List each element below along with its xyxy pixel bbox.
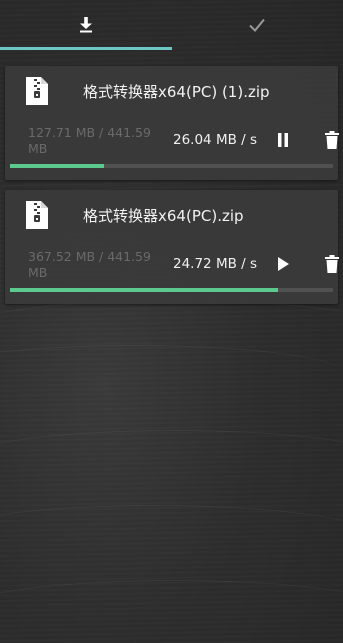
progress-bar-fill	[10, 164, 104, 168]
resume-button[interactable]	[273, 254, 293, 274]
screen: 格式转换器x64(PC) (1).zip 127.71 MB / 441.59 …	[0, 0, 343, 643]
zip-file-icon	[26, 201, 48, 229]
delete-button[interactable]	[322, 130, 342, 150]
progress-bar	[10, 164, 333, 168]
download-item[interactable]: 格式转换器x64(PC) (1).zip 127.71 MB / 441.59 …	[5, 66, 339, 180]
check-icon	[249, 18, 266, 32]
download-speed: 26.04 MB / s	[173, 132, 258, 148]
background-texture	[0, 430, 343, 491]
progress-bar-fill	[10, 288, 279, 292]
download-icon	[79, 17, 92, 33]
trash-icon	[325, 131, 339, 149]
background-texture	[0, 345, 343, 406]
tab-completed[interactable]	[172, 0, 343, 50]
tab-downloading[interactable]	[0, 0, 172, 50]
download-item[interactable]: 格式转换器x64(PC).zip 367.52 MB / 441.59 MB 2…	[5, 190, 339, 304]
download-speed: 24.72 MB / s	[173, 256, 258, 272]
delete-button[interactable]	[322, 254, 342, 274]
tab-bar	[0, 0, 343, 50]
play-icon	[278, 257, 289, 271]
file-name: 格式转换器x64(PC).zip	[83, 207, 244, 225]
progress-bar	[10, 288, 333, 292]
download-size-progress: 127.71 MB / 441.59 MB	[28, 125, 151, 156]
pause-button[interactable]	[273, 130, 293, 150]
zip-file-icon	[26, 77, 48, 105]
pause-icon	[278, 133, 288, 147]
download-size-progress: 367.52 MB / 441.59 MB	[28, 249, 151, 280]
background-texture	[0, 580, 343, 641]
background-texture	[0, 505, 343, 566]
trash-icon	[325, 255, 339, 273]
file-name: 格式转换器x64(PC) (1).zip	[83, 83, 270, 101]
